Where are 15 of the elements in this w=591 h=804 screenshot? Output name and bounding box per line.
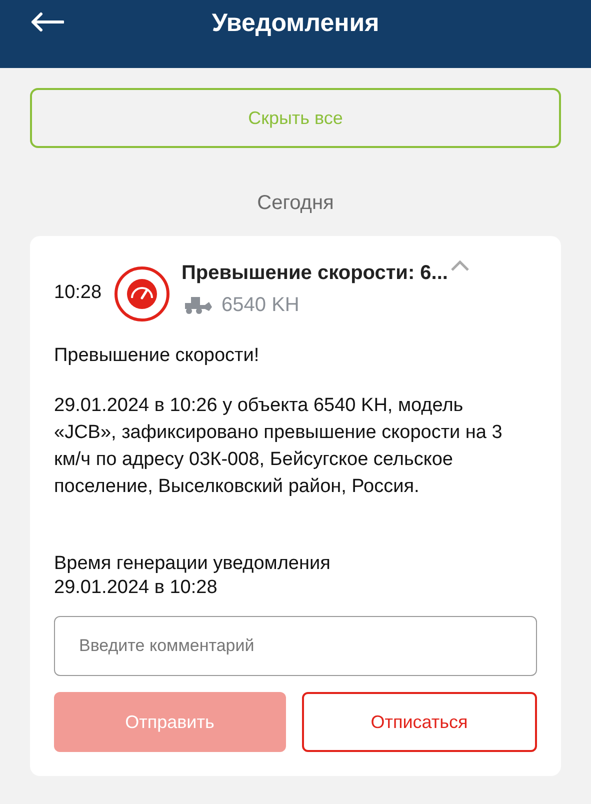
date-heading: Сегодня bbox=[257, 191, 334, 216]
hide-all-button[interactable]: Скрыть все bbox=[30, 88, 561, 148]
speedometer-icon bbox=[114, 266, 170, 322]
chevron-up-icon bbox=[450, 260, 470, 272]
message-heading: Превышение скорости! bbox=[54, 344, 260, 368]
unsubscribe-button[interactable]: Отписаться bbox=[302, 692, 537, 752]
generated-time: 29.01.2024 в 10:28 bbox=[54, 576, 218, 600]
comment-field[interactable]: Введите комментарий bbox=[54, 616, 537, 676]
back-arrow-icon bbox=[30, 12, 64, 32]
generated-label: Время генерации уведомления bbox=[54, 552, 332, 576]
notification-title: Превышение скорости: 6... bbox=[182, 261, 448, 286]
vehicle-number: 6540 KH bbox=[222, 293, 300, 318]
page-title: Уведомления bbox=[212, 8, 380, 39]
message-body: 29.01.2024 в 10:26 у объекта 6540 KH, модель «JCB», зафиксировано превышение скорости на 3 км/ч по адресу 03К-008, Бейсугское сельское поселение, Выселковский район, Россия. bbox=[54, 394, 504, 499]
notification-time: 10:28 bbox=[54, 281, 102, 305]
